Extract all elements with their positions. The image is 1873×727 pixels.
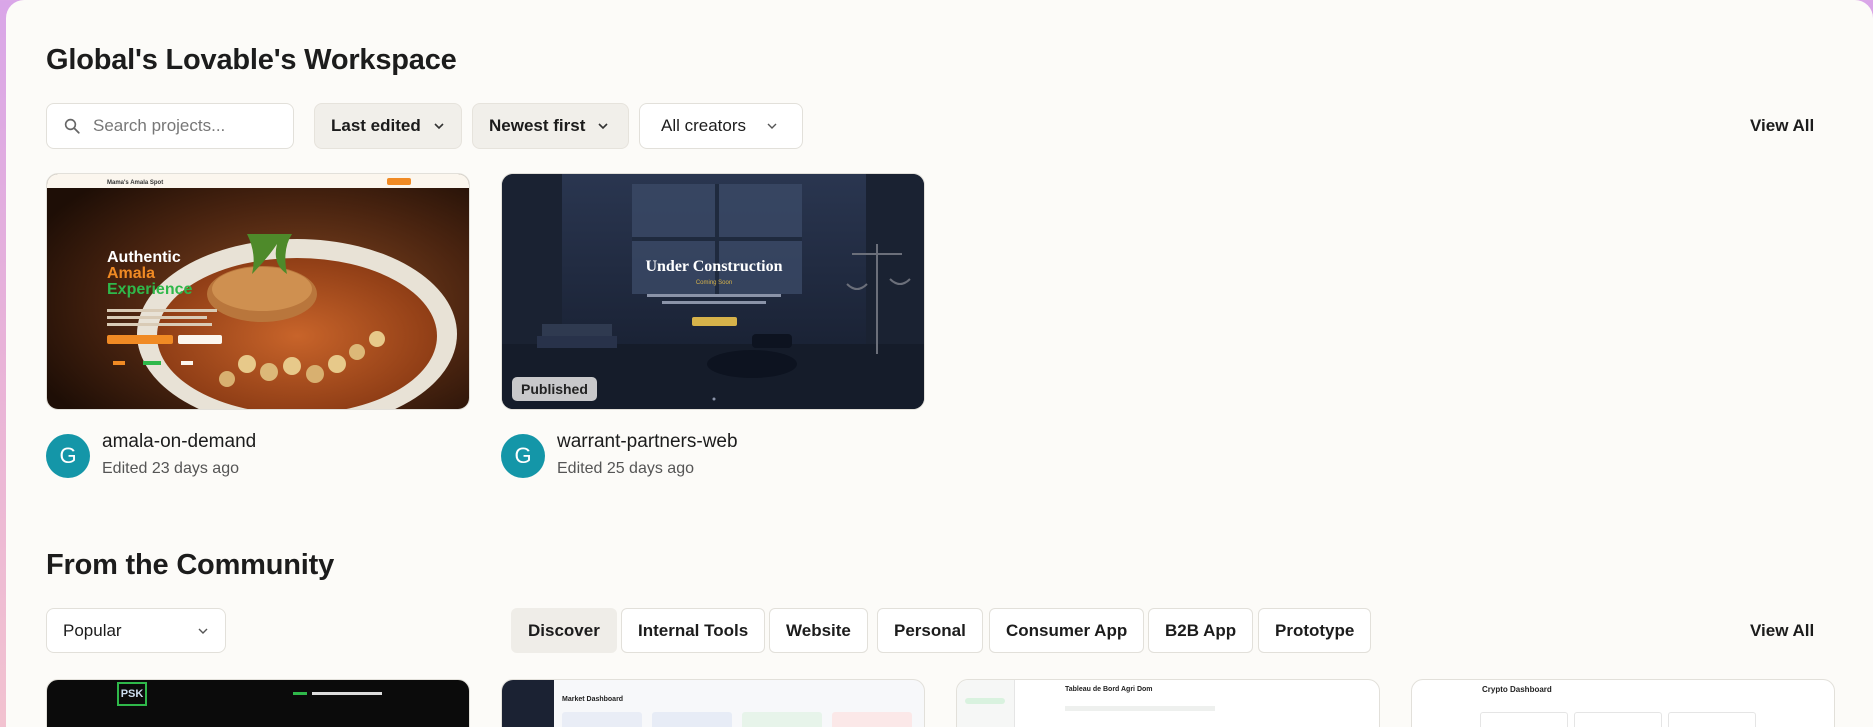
agri-dashboard-label: Tableau de Bord Agri Dom <box>1065 686 1153 693</box>
tab-prototype[interactable]: Prototype <box>1258 608 1372 653</box>
main-panel: Global's Lovable's Workspace Last edited… <box>6 0 1873 727</box>
amala-thumb-brand: Mama's Amala Spot <box>107 180 163 186</box>
project-edited: Edited 23 days ago <box>102 460 239 477</box>
community-card[interactable]: Tableau de Bord Agri Dom <box>956 679 1380 727</box>
warrant-thumb-sub: Coming Soon <box>696 280 732 286</box>
workspace-title: Global's Lovable's Workspace <box>46 44 457 76</box>
amala-thumb-headline-2: Amala <box>107 265 155 282</box>
project-name[interactable]: warrant-partners-web <box>557 431 738 453</box>
sort-order-dropdown[interactable]: Newest first <box>472 103 629 149</box>
avatar: G <box>501 434 545 478</box>
avatar: G <box>46 434 90 478</box>
chevron-down-icon <box>767 123 777 129</box>
community-sort-dropdown[interactable]: Popular <box>46 608 226 653</box>
workspace-view-all-link[interactable]: View All <box>1750 116 1814 136</box>
market-dashboard-label: Market Dashboard <box>562 696 624 703</box>
chevron-down-icon <box>598 123 608 130</box>
amala-thumb-headline-1: Authentic <box>107 249 181 266</box>
community-title: From the Community <box>46 549 335 581</box>
chevron-down-icon <box>434 123 444 130</box>
warrant-thumb-headline: Under Construction <box>645 258 782 275</box>
community-card[interactable]: PSK <box>46 679 470 727</box>
tab-website[interactable]: Website <box>769 608 868 653</box>
search-icon <box>64 118 80 134</box>
psk-logo: PSK <box>117 682 147 706</box>
amala-thumbnail-image: Mama's Amala Spot Authentic Amala Experi… <box>47 174 469 409</box>
tab-internal-tools[interactable]: Internal Tools <box>621 608 766 653</box>
amala-thumb-headline-3: Experience <box>107 281 192 298</box>
crypto-dashboard-label: Crypto Dashboard <box>1482 685 1552 694</box>
project-thumbnail-amala[interactable]: Mama's Amala Spot Authentic Amala Experi… <box>46 173 470 410</box>
sort-field-dropdown[interactable]: Last edited <box>314 103 462 149</box>
project-edited: Edited 25 days ago <box>557 460 694 477</box>
creators-dropdown[interactable]: All creators <box>639 103 803 149</box>
community-sort-label: Popular <box>63 620 122 640</box>
sort-field-label: Last edited <box>331 116 421 135</box>
tab-personal[interactable]: Personal <box>877 608 983 653</box>
tab-consumer-app[interactable]: Consumer App <box>989 608 1145 653</box>
chevron-down-icon <box>198 628 208 634</box>
tab-discover[interactable]: Discover <box>511 608 617 653</box>
search-input[interactable] <box>93 116 273 136</box>
tab-b2b-app[interactable]: B2B App <box>1148 608 1254 653</box>
project-name[interactable]: amala-on-demand <box>102 431 256 453</box>
community-card[interactable]: Crypto Dashboard <box>1411 679 1835 727</box>
community-view-all-link[interactable]: View All <box>1750 621 1814 641</box>
sort-order-label: Newest first <box>489 116 586 135</box>
warrant-thumbnail-image: Under Construction Coming Soon <box>502 174 924 409</box>
community-card[interactable]: Market Dashboard <box>501 679 925 727</box>
published-badge: Published <box>512 377 597 401</box>
search-box[interactable] <box>46 103 294 149</box>
project-thumbnail-warrant[interactable]: Under Construction Coming Soon Published <box>501 173 925 410</box>
creators-label: All creators <box>661 116 747 135</box>
